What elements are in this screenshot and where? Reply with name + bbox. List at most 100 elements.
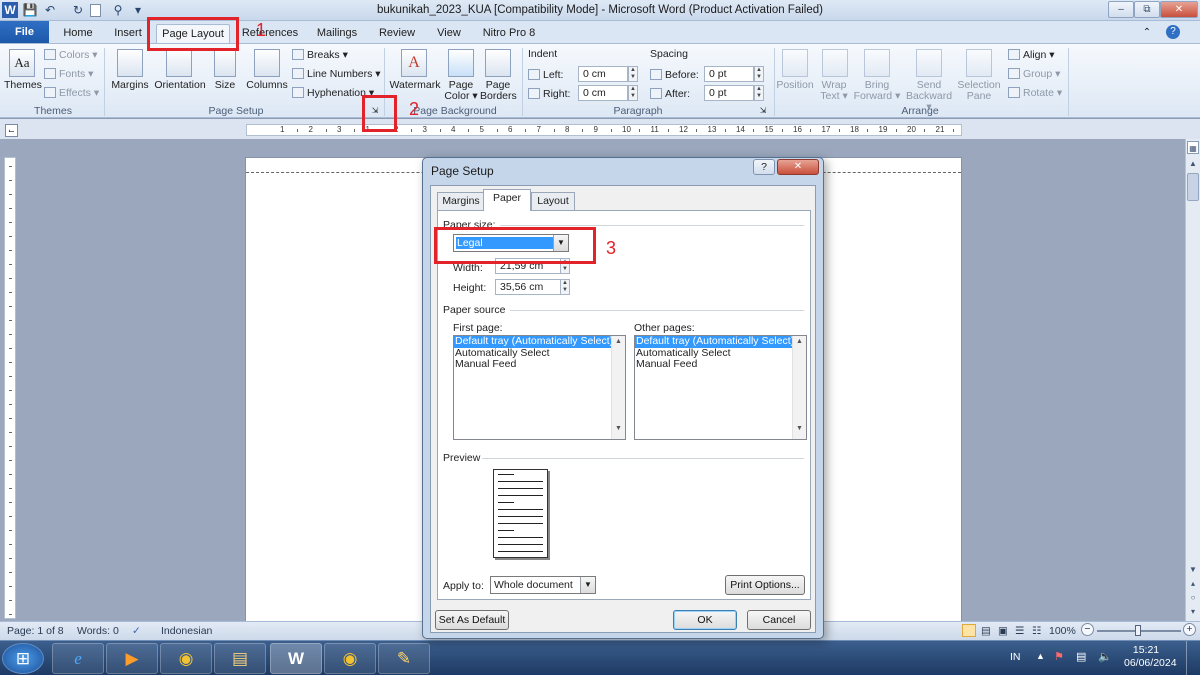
- first-page-scrollbar[interactable]: ▲ ▼: [611, 336, 625, 439]
- paint-icon[interactable]: ✎: [378, 643, 430, 674]
- previous-page-icon[interactable]: ▴: [1187, 577, 1199, 590]
- select-browse-object-icon[interactable]: ○: [1187, 591, 1199, 604]
- chevron-down-icon[interactable]: ▼: [580, 577, 595, 593]
- keyboard-language[interactable]: IN: [1010, 651, 1021, 663]
- breaks-button[interactable]: Breaks ▾: [292, 49, 348, 61]
- list-item[interactable]: Manual Feed: [454, 358, 625, 371]
- margins-button[interactable]: Margins: [108, 80, 152, 91]
- tab-review[interactable]: Review: [374, 24, 420, 43]
- tab-home[interactable]: Home: [60, 24, 96, 43]
- collapse-ribbon-icon[interactable]: ⌃: [1140, 24, 1154, 43]
- list-item[interactable]: Default tray (Automatically Select): [454, 335, 625, 348]
- watermark-icon[interactable]: A: [401, 49, 427, 77]
- web-layout-view-icon[interactable]: ▣: [998, 625, 1008, 637]
- cancel-button[interactable]: Cancel: [747, 610, 811, 630]
- scroll-down-arrow-icon[interactable]: ▼: [612, 425, 625, 432]
- list-item[interactable]: Manual Feed: [635, 358, 806, 371]
- tab-selector-icon[interactable]: ⌙: [5, 124, 18, 137]
- size-button[interactable]: Size: [210, 80, 240, 91]
- spacing-before-spinner[interactable]: ▲ ▼: [754, 66, 764, 82]
- wrap-text-button[interactable]: Wrap Text ▾: [816, 80, 852, 102]
- first-page-listbox[interactable]: Default tray (Automatically Select) Auto…: [453, 335, 626, 440]
- send-backward-icon[interactable]: [916, 49, 942, 77]
- themes-icon[interactable]: Aa: [9, 49, 35, 77]
- tab-view[interactable]: View: [432, 24, 466, 43]
- tab-paper[interactable]: Paper: [483, 189, 531, 211]
- file-explorer-icon[interactable]: ▤: [214, 643, 266, 674]
- spacing-before-input[interactable]: 0 pt: [704, 66, 754, 82]
- bring-forward-button[interactable]: Bring Forward ▾: [852, 80, 902, 102]
- internet-explorer-icon[interactable]: e: [52, 643, 104, 674]
- page-count[interactable]: Page: 1 of 8: [7, 625, 64, 637]
- tab-margins[interactable]: Margins: [437, 192, 485, 210]
- spacing-after-input[interactable]: 0 pt: [704, 85, 754, 101]
- scroll-up-arrow-icon[interactable]: ▲: [793, 338, 806, 345]
- ok-button[interactable]: OK: [673, 610, 737, 630]
- ruler-toggle-icon[interactable]: ▦: [1187, 141, 1199, 154]
- group-button[interactable]: Group ▾: [1008, 68, 1060, 80]
- print-options-button[interactable]: Print Options...: [725, 575, 805, 595]
- word-count[interactable]: Words: 0: [77, 625, 119, 637]
- height-spinner[interactable]: ▲ ▼: [560, 279, 570, 295]
- watermark-button[interactable]: Watermark: [388, 80, 442, 91]
- language-indicator[interactable]: Indonesian: [161, 625, 212, 637]
- columns-icon[interactable]: [254, 49, 280, 77]
- line-numbers-button[interactable]: Line Numbers ▾: [292, 68, 381, 80]
- tab-file[interactable]: File: [0, 21, 49, 43]
- tab-nitro-pro[interactable]: Nitro Pro 8: [478, 24, 540, 43]
- colors-button[interactable]: Colors ▾: [44, 49, 98, 61]
- position-icon[interactable]: [782, 49, 808, 77]
- zoom-level[interactable]: 100%: [1049, 625, 1076, 637]
- wrap-text-icon[interactable]: [822, 49, 848, 77]
- selection-pane-button[interactable]: Selection Pane: [956, 80, 1002, 102]
- vertical-ruler[interactable]: [4, 157, 16, 619]
- vertical-scrollbar[interactable]: ▦ ▲ ▼ ▴ ○ ▾: [1185, 139, 1200, 621]
- dialog-help-button[interactable]: ?: [753, 159, 775, 175]
- chrome-second-icon[interactable]: ◉: [324, 643, 376, 674]
- full-screen-view-icon[interactable]: ▤: [981, 625, 991, 637]
- tab-insert[interactable]: Insert: [108, 24, 148, 43]
- page-color-icon[interactable]: [448, 49, 474, 77]
- action-center-icon[interactable]: ⚑: [1054, 650, 1064, 663]
- page-color-button[interactable]: Page Color ▾: [442, 80, 480, 102]
- height-input[interactable]: 35,56 cm: [495, 279, 561, 295]
- restore-button[interactable]: ⧉: [1134, 1, 1160, 18]
- close-button[interactable]: ✕: [1160, 1, 1198, 18]
- apply-to-dropdown[interactable]: Whole document ▼: [490, 576, 596, 594]
- next-page-icon[interactable]: ▾: [1187, 605, 1199, 618]
- columns-button[interactable]: Columns: [244, 80, 290, 91]
- dialog-close-button[interactable]: ✕: [777, 159, 819, 175]
- tab-references[interactable]: References: [240, 24, 300, 43]
- orientation-button[interactable]: Orientation: [152, 80, 208, 91]
- other-pages-listbox[interactable]: Default tray (Automatically Select) Auto…: [634, 335, 807, 440]
- minimize-button[interactable]: ‒: [1108, 1, 1134, 18]
- bring-forward-icon[interactable]: [864, 49, 890, 77]
- outline-view-icon[interactable]: ☰: [1015, 625, 1024, 637]
- zoom-in-icon[interactable]: +: [1183, 623, 1196, 636]
- horizontal-ruler[interactable]: 1 2 3 1 2 3 4 5 6 7 8 9 10 11 12 13 14 15 16 17 18 19 20 21: [246, 124, 962, 136]
- clock[interactable]: 15:21 06/06/2024: [1124, 644, 1177, 670]
- scroll-down-arrow-icon[interactable]: ▼: [1187, 563, 1199, 576]
- tab-mailings[interactable]: Mailings: [312, 24, 362, 43]
- scroll-thumb[interactable]: [1187, 173, 1199, 201]
- themes-button[interactable]: Themes: [4, 80, 42, 91]
- margins-icon[interactable]: [117, 49, 143, 77]
- scroll-up-arrow-icon[interactable]: ▲: [612, 338, 625, 345]
- word-taskbar-icon[interactable]: W: [270, 643, 322, 674]
- paragraph-launcher-icon[interactable]: ⇲: [758, 105, 768, 116]
- effects-button[interactable]: Effects ▾: [44, 87, 99, 99]
- zoom-out-icon[interactable]: −: [1081, 623, 1094, 636]
- scroll-up-arrow-icon[interactable]: ▲: [1187, 157, 1199, 170]
- media-player-icon[interactable]: ▶: [106, 643, 158, 674]
- start-button[interactable]: ⊞: [2, 643, 44, 674]
- tab-layout[interactable]: Layout: [531, 192, 575, 210]
- indent-right-input[interactable]: 0 cm: [578, 85, 628, 101]
- help-icon[interactable]: ?: [1166, 25, 1180, 39]
- show-desktop-button[interactable]: [1186, 641, 1200, 675]
- scroll-down-arrow-icon[interactable]: ▼: [793, 425, 806, 432]
- show-hidden-icons-icon[interactable]: ▲: [1036, 651, 1045, 661]
- orientation-icon[interactable]: [166, 49, 192, 77]
- align-button[interactable]: Align ▾: [1008, 49, 1055, 61]
- spacing-after-spinner[interactable]: ▲ ▼: [754, 85, 764, 101]
- print-layout-view-icon[interactable]: [962, 624, 976, 637]
